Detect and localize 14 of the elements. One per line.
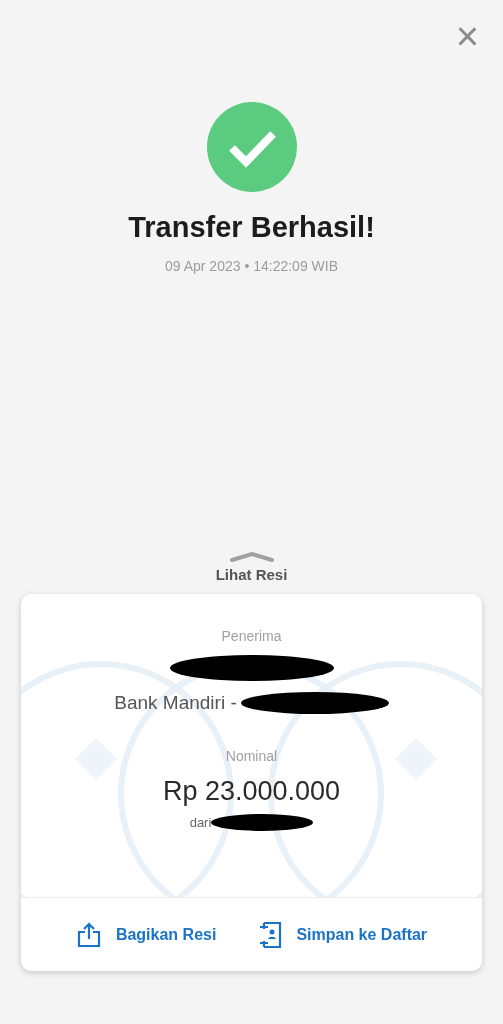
view-receipt-button[interactable]: Lihat Resi	[215, 564, 288, 587]
chevron-up-icon[interactable]	[228, 552, 275, 562]
transaction-timestamp: 09 Apr 2023 • 14:22:09 WIB	[165, 256, 338, 276]
status-title: Transfer Berhasil!	[128, 210, 375, 245]
recipient-label: Penerima	[221, 627, 282, 646]
share-receipt-button[interactable]: Bagikan Resi	[75, 921, 217, 948]
share-icon	[75, 921, 102, 948]
sender-label: dari	[189, 814, 212, 832]
success-check-icon	[206, 102, 297, 192]
save-to-list-button[interactable]: Simpan ke Daftar	[256, 920, 428, 949]
close-button[interactable]: ×	[455, 16, 479, 56]
amount-value: Rp 23.000.000	[162, 774, 341, 808]
bank-name: Bank Mandiri -	[114, 691, 237, 715]
amount-label: Nominal	[225, 746, 278, 766]
